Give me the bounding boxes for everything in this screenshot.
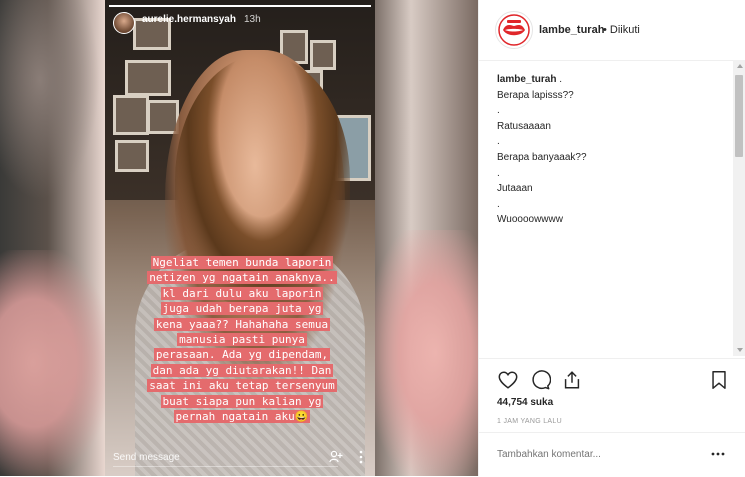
- caption-line: perasaan. Ada yg dipendam,: [113, 347, 371, 362]
- caption-line-text: Ratusaaaan: [497, 120, 551, 132]
- horizontal-dots-icon[interactable]: [711, 451, 725, 457]
- caption-line: Ngeliat temen bunda laporin: [113, 255, 371, 270]
- wall-frame: [115, 140, 149, 172]
- scrollbar-thumb[interactable]: [735, 75, 743, 157]
- story-timestamp: 13h: [244, 14, 261, 25]
- caption-text-line: lambe_turah .: [497, 72, 732, 88]
- caption-line: kl dari dulu aku laporin: [113, 286, 371, 301]
- caption-line-text: pernah ngatain aku😀: [173, 410, 311, 424]
- caption-line-text: Berapa lapisss??: [497, 89, 574, 101]
- backdrop-highlight-right: [372, 230, 478, 476]
- post-header: lambe_turah • Diikuti: [479, 0, 745, 61]
- caption-line: buat siapa pun kalian yg: [113, 394, 371, 409]
- caption-line: pernah ngatain aku😀: [113, 409, 371, 424]
- share-icon[interactable]: [561, 369, 583, 391]
- caption-text-line: Wuoooowwww: [497, 212, 732, 228]
- story-avatar[interactable]: [113, 12, 135, 34]
- caption-line-text: .: [497, 167, 500, 179]
- send-message-underline: [113, 466, 338, 467]
- caption-line-text: kena yaaa?? Hahahaha semua: [153, 317, 331, 331]
- caption-text-line: .: [497, 166, 732, 182]
- caption-username[interactable]: lambe_turah: [497, 74, 556, 85]
- caption-line-text: Wuoooowwww: [497, 214, 563, 226]
- comment-bubble-icon[interactable]: [529, 369, 551, 391]
- caption-line: kena yaaa?? Hahahaha semua: [113, 317, 371, 332]
- caption-line-text: .: [497, 198, 500, 210]
- wall-frame: [125, 60, 171, 96]
- caption-text-line: .: [497, 103, 732, 119]
- caption-text-line: Ratusaaaan: [497, 119, 732, 135]
- caption-line-text: buat siapa pun kalian yg: [160, 394, 324, 408]
- caption-line-text: .: [556, 74, 563, 85]
- caption-line: saat ini aku tetap tersenyum: [113, 378, 371, 393]
- caption-line-text: saat ini aku tetap tersenyum: [147, 379, 337, 393]
- wall-frame: [310, 40, 336, 70]
- comment-input[interactable]: [497, 449, 677, 460]
- add-person-icon[interactable]: [329, 450, 343, 464]
- caption-line-text: dan ada yg diutarakan!! Dan: [150, 363, 334, 377]
- post-username[interactable]: lambe_turah: [539, 24, 604, 36]
- story-caption: Ngeliat temen bunda laporin netizen yg ng…: [113, 255, 371, 424]
- caption-line: manusia pasti punya: [113, 332, 371, 347]
- caption-text-line: Jutaaan: [497, 181, 732, 197]
- caption-line-text: Berapa banyaaak??: [497, 151, 587, 163]
- instagram-post-view: aurelie.hermansyah 13h Ngeliat temen bun…: [0, 0, 745, 476]
- story-progress-fill: [109, 5, 371, 7]
- vertical-dots-icon[interactable]: [358, 450, 364, 464]
- caption-line-text: netizen yg ngatain anaknya..: [147, 271, 337, 285]
- scroll-down-arrow-icon[interactable]: [737, 348, 743, 352]
- red-lips-logo[interactable]: [495, 11, 533, 49]
- caption-text-line: .: [497, 197, 732, 213]
- caption-line-text: kl dari dulu aku laporin: [160, 286, 324, 300]
- post-caption: lambe_turah . Berapa lapisss??. Ratusaaaan…: [497, 72, 732, 228]
- caption-text-line: .: [497, 134, 732, 150]
- caption-text-line: Berapa banyaaak??: [497, 150, 732, 166]
- caption-line: juga udah berapa juta yg: [113, 301, 371, 316]
- lips-logo-icon: [498, 14, 530, 46]
- wall-frame: [113, 95, 149, 135]
- follow-status[interactable]: • Diikuti: [603, 24, 640, 36]
- bookmark-icon[interactable]: [708, 369, 730, 391]
- caption-line-text: manusia pasti punya: [177, 333, 307, 347]
- caption-line-text: juga udah berapa juta yg: [160, 302, 324, 316]
- caption-line-text: Ngeliat temen bunda laporin: [150, 256, 334, 269]
- post-timestamp: 1 JAM YANG LALU: [497, 418, 562, 425]
- backdrop-shade: [0, 0, 100, 200]
- caption-text-line: Berapa lapisss??: [497, 88, 732, 104]
- caption-line-text: .: [497, 136, 500, 148]
- post-side-panel: lambe_turah • Diikuti lambe_turah . Berap…: [478, 0, 745, 476]
- caption-line: netizen yg ngatain anaknya..: [113, 270, 371, 285]
- caption-line-text: .: [497, 105, 500, 117]
- send-message-input[interactable]: Send message: [113, 452, 180, 463]
- story-progress-bar: [109, 5, 371, 7]
- story-username[interactable]: aurelie.hermansyah: [142, 14, 236, 25]
- caption-line: dan ada yg diutarakan!! Dan: [113, 363, 371, 378]
- backdrop-highlight-left: [0, 250, 110, 476]
- scroll-up-arrow-icon[interactable]: [737, 64, 743, 68]
- caption-line-text: perasaan. Ada yg dipendam,: [153, 348, 331, 362]
- caption-line-text: Jutaaan: [497, 183, 533, 195]
- heart-icon[interactable]: [497, 369, 519, 391]
- post-actions: [479, 358, 745, 399]
- like-count[interactable]: 44,754 suka: [497, 397, 553, 408]
